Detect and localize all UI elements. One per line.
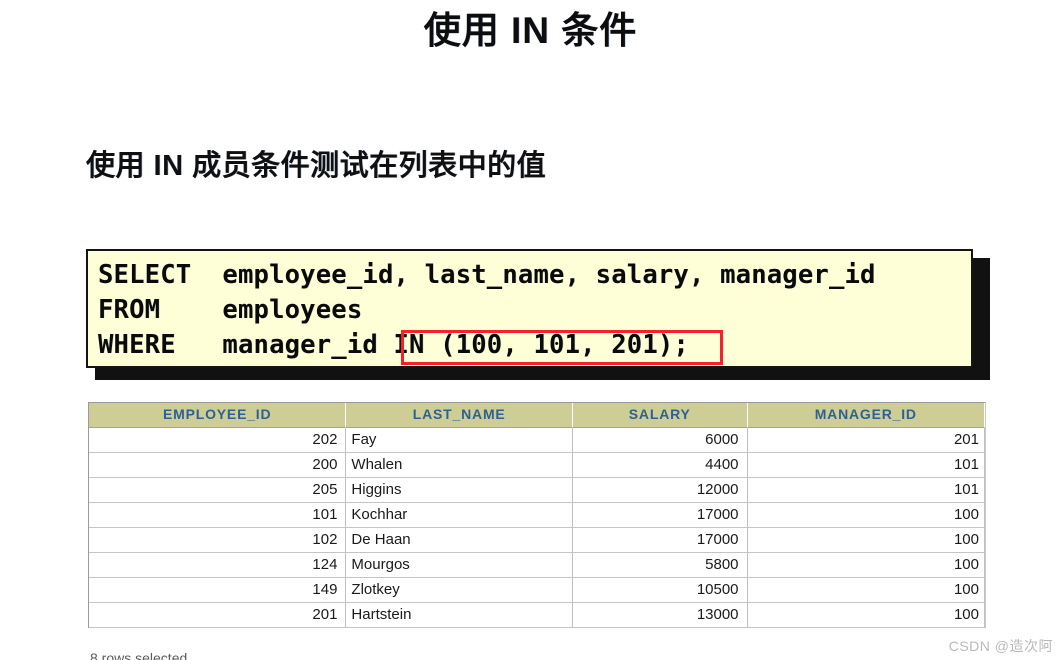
query-result-table: EMPLOYEE_ID LAST_NAME SALARY MANAGER_ID … bbox=[88, 402, 986, 628]
cell-last-name: Whalen bbox=[346, 453, 573, 478]
cell-salary: 17000 bbox=[572, 528, 748, 553]
cell-salary: 6000 bbox=[572, 428, 748, 453]
cell-salary: 10500 bbox=[572, 578, 748, 603]
watermark: CSDN @造次阿 bbox=[948, 638, 1053, 654]
table-row: 102 De Haan 17000 100 bbox=[89, 528, 985, 553]
column-header-salary: SALARY bbox=[572, 403, 748, 428]
cell-last-name: Zlotkey bbox=[346, 578, 573, 603]
table-header-row: EMPLOYEE_ID LAST_NAME SALARY MANAGER_ID bbox=[89, 403, 985, 428]
cell-manager-id: 100 bbox=[747, 578, 985, 603]
cell-employee-id: 101 bbox=[89, 503, 347, 528]
cell-manager-id: 100 bbox=[747, 603, 985, 628]
cell-employee-id: 201 bbox=[89, 603, 347, 628]
cell-employee-id: 124 bbox=[89, 553, 347, 578]
cell-manager-id: 101 bbox=[747, 453, 985, 478]
cell-manager-id: 100 bbox=[747, 503, 985, 528]
column-header-manager-id: MANAGER_ID bbox=[747, 403, 985, 428]
cell-employee-id: 102 bbox=[89, 528, 347, 553]
table-row: 149 Zlotkey 10500 100 bbox=[89, 578, 985, 603]
cell-salary: 12000 bbox=[572, 478, 748, 503]
table-footer-text: 8 rows selected. bbox=[90, 650, 192, 660]
page-title: 使用 IN 条件 bbox=[423, 10, 638, 51]
cell-last-name: Hartstein bbox=[346, 603, 573, 628]
cell-salary: 5800 bbox=[572, 553, 748, 578]
table-row: 201 Hartstein 13000 100 bbox=[89, 603, 985, 628]
column-header-last-name: LAST_NAME bbox=[346, 403, 573, 428]
slide-subtitle: 使用 IN 成员条件测试在列表中的值 bbox=[86, 150, 547, 182]
cell-salary: 13000 bbox=[572, 603, 748, 628]
cell-last-name: Higgins bbox=[346, 478, 573, 503]
cell-last-name: Fay bbox=[346, 428, 573, 453]
cell-manager-id: 100 bbox=[747, 528, 985, 553]
cell-last-name: De Haan bbox=[346, 528, 573, 553]
cell-employee-id: 205 bbox=[89, 478, 347, 503]
column-header-employee-id: EMPLOYEE_ID bbox=[89, 403, 347, 428]
cell-employee-id: 200 bbox=[89, 453, 347, 478]
cell-last-name: Mourgos bbox=[346, 553, 573, 578]
sql-code-text: SELECT employee_id, last_name, salary, m… bbox=[98, 260, 876, 360]
sql-code-box: SELECT employee_id, last_name, salary, m… bbox=[86, 249, 973, 368]
cell-salary: 4400 bbox=[572, 453, 748, 478]
cell-employee-id: 149 bbox=[89, 578, 347, 603]
cell-salary: 17000 bbox=[572, 503, 748, 528]
table-row: 205 Higgins 12000 101 bbox=[89, 478, 985, 503]
cell-manager-id: 201 bbox=[747, 428, 985, 453]
table-row: 101 Kochhar 17000 100 bbox=[89, 503, 985, 528]
table-row: 200 Whalen 4400 101 bbox=[89, 453, 985, 478]
table-row: 202 Fay 6000 201 bbox=[89, 428, 985, 453]
table-row: 124 Mourgos 5800 100 bbox=[89, 553, 985, 578]
cell-manager-id: 100 bbox=[747, 553, 985, 578]
cell-last-name: Kochhar bbox=[346, 503, 573, 528]
cell-employee-id: 202 bbox=[89, 428, 347, 453]
cell-manager-id: 101 bbox=[747, 478, 985, 503]
table-footer-clipped: 8 rows selected. bbox=[90, 650, 420, 660]
